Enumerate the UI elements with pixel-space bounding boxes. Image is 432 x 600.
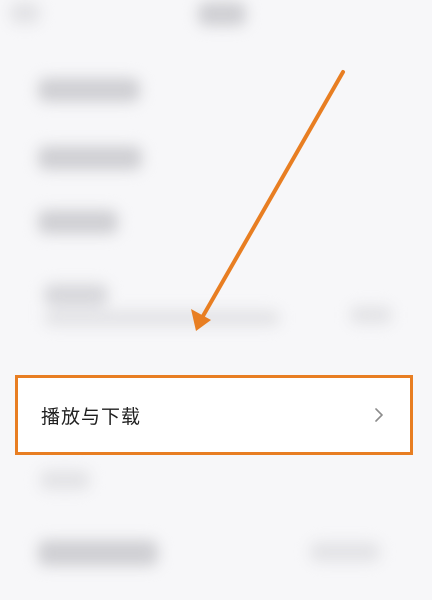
blurred-setting-item-3 <box>38 210 118 234</box>
blurred-back-button <box>10 2 40 24</box>
playback-and-download-label: 播放与下载 <box>41 405 142 428</box>
chevron-right-icon <box>370 406 388 424</box>
blurred-setting-item-4-subtext <box>44 310 280 326</box>
settings-screen: 播放与下载 <box>0 0 432 600</box>
blurred-setting-item-1 <box>38 78 140 102</box>
blurred-setting-item-6-value <box>310 542 380 562</box>
blurred-setting-item-5 <box>40 470 90 490</box>
blurred-setting-item-4 <box>44 284 108 306</box>
blurred-setting-item-6 <box>38 540 158 566</box>
blurred-background-content <box>0 0 432 600</box>
blurred-setting-item-4-value <box>350 306 392 324</box>
blurred-setting-item-2 <box>38 146 142 170</box>
blurred-page-title <box>198 2 246 26</box>
playback-and-download-row[interactable]: 播放与下载 <box>15 375 413 455</box>
